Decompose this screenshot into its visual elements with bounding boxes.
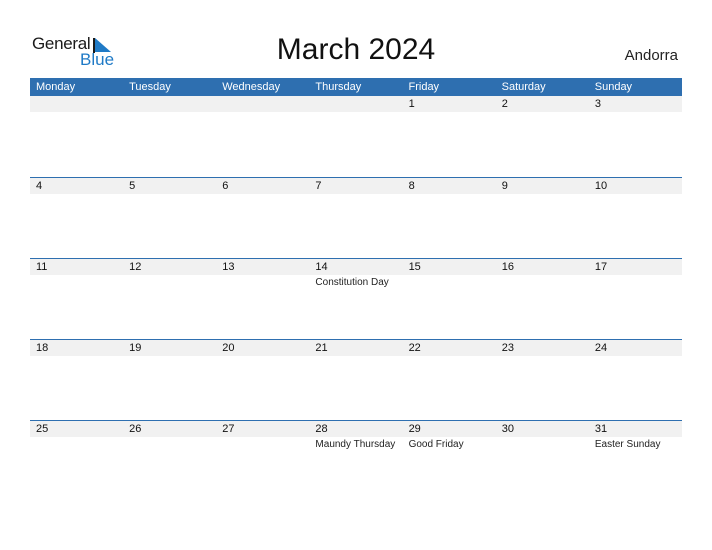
day-number: 22: [408, 342, 421, 354]
week-row: 25 26 27 28 Maundy Thursday 29 Good Friday 30 31…: [30, 420, 682, 502]
day-number: 24: [594, 342, 608, 354]
week-row: 11 12 13 14 Constitution Day 15 16 17: [30, 258, 682, 340]
day-cell: 22: [403, 340, 496, 421]
weekday-friday: Friday: [408, 81, 440, 93]
holiday-label: Constitution Day: [315, 277, 389, 288]
day-cell: 17: [589, 259, 682, 340]
day-number: 27: [222, 423, 235, 435]
day-cell: 20: [216, 340, 309, 421]
day-number: [222, 96, 309, 112]
day-cell: [30, 96, 123, 177]
day-number: 21: [315, 342, 328, 354]
day-number: 25: [36, 423, 49, 435]
day-number: 10: [594, 180, 608, 192]
day-cell: 24: [589, 340, 682, 421]
day-number: 17: [594, 261, 608, 273]
country-label: Andorra: [624, 47, 678, 64]
day-number: 31: [594, 423, 608, 435]
holiday-label: Maundy Thursday: [315, 439, 396, 450]
weekday-saturday: Saturday: [501, 81, 546, 93]
day-cell: 6: [216, 178, 309, 259]
day-cell: [309, 96, 402, 177]
weekday-tuesday: Tuesday: [129, 81, 171, 93]
day-number: 29: [408, 423, 421, 435]
day-cell: [216, 96, 309, 177]
day-number: 15: [408, 261, 421, 273]
day-cell: 12: [123, 259, 216, 340]
holiday-label: Good Friday: [408, 439, 464, 450]
day-cell: [123, 96, 216, 177]
holiday-label: Easter Sunday: [594, 439, 661, 450]
weekday-wednesday: Wednesday: [222, 81, 281, 93]
day-number: 26: [129, 423, 142, 435]
day-number: [36, 96, 123, 112]
weekday-monday: Monday: [36, 81, 76, 93]
day-number: 18: [36, 342, 49, 354]
day-cell: 11: [30, 259, 123, 340]
day-number: 3: [594, 98, 601, 110]
day-cell: 28 Maundy Thursday: [309, 421, 402, 502]
day-number: 11: [36, 261, 48, 273]
day-cell: 10: [589, 178, 682, 259]
day-number: 28: [315, 423, 328, 435]
day-cell: 25: [30, 421, 123, 502]
day-cell: 23: [496, 340, 589, 421]
day-number: 9: [501, 180, 508, 192]
weekday-header: Monday Tuesday Wednesday Thursday Friday…: [30, 78, 682, 96]
day-cell: 18: [30, 340, 123, 421]
day-cell: 29 Good Friday: [403, 421, 496, 502]
day-cell: 26: [123, 421, 216, 502]
day-cell: 3: [589, 96, 682, 177]
day-number: 16: [501, 261, 514, 273]
week-row: 18 19 20 21 22 23 24: [30, 339, 682, 421]
day-number: 6: [222, 180, 229, 192]
day-cell: 19: [123, 340, 216, 421]
day-cell: 30: [496, 421, 589, 502]
day-number: 4: [36, 180, 43, 192]
day-cell: 5: [123, 178, 216, 259]
week-row: 4 5 6 7 8 9 10: [30, 177, 682, 259]
day-cell: 1: [403, 96, 496, 177]
day-number: [129, 96, 216, 112]
day-cell: 4: [30, 178, 123, 259]
day-number: 7: [315, 180, 322, 192]
day-cell: 15: [403, 259, 496, 340]
day-cell: 8: [403, 178, 496, 259]
day-cell: 13: [216, 259, 309, 340]
day-number: 30: [501, 423, 514, 435]
day-cell: 9: [496, 178, 589, 259]
day-number: 1: [408, 98, 415, 110]
day-cell: 31 Easter Sunday: [589, 421, 682, 502]
day-number: 2: [501, 98, 508, 110]
day-cell: 21: [309, 340, 402, 421]
day-number: 20: [222, 342, 235, 354]
day-number: 14: [315, 261, 328, 273]
day-number: 13: [222, 261, 235, 273]
day-cell: 7: [309, 178, 402, 259]
day-cell: 14 Constitution Day: [309, 259, 402, 340]
day-cell: 2: [496, 96, 589, 177]
day-cell: 16: [496, 259, 589, 340]
day-number: 5: [129, 180, 136, 192]
weekday-sunday: Sunday: [594, 81, 633, 93]
day-number: 8: [408, 180, 415, 192]
day-number: 23: [501, 342, 514, 354]
day-number: [315, 96, 402, 112]
day-number: 19: [129, 342, 142, 354]
week-row: 1 2 3: [30, 96, 682, 177]
calendar-title: March 2024: [276, 33, 436, 66]
weekday-thursday: Thursday: [315, 81, 362, 93]
day-cell: 27: [216, 421, 309, 502]
day-number: 12: [129, 261, 142, 273]
